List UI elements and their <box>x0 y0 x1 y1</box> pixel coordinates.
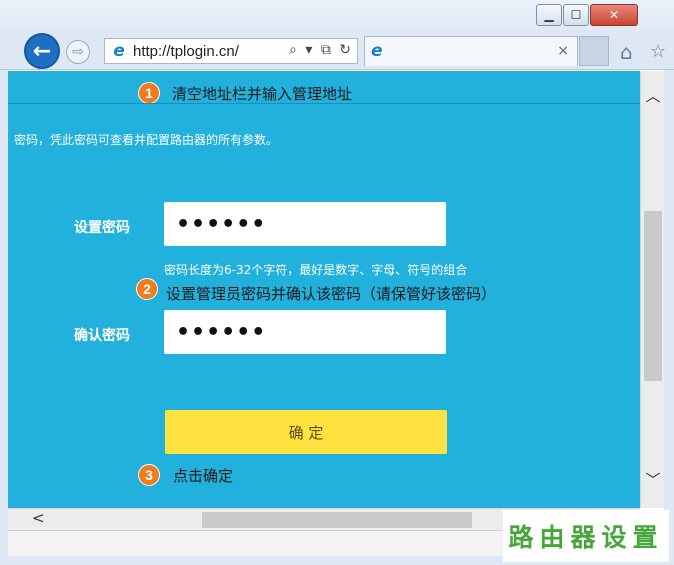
browser-tab[interactable]: e × <box>364 36 578 66</box>
page-content: 1 清空地址栏并输入管理地址 密码，凭此密码可查看并配置路由器的所有参数。 设置… <box>8 71 640 508</box>
scroll-left-icon[interactable]: < <box>32 509 45 527</box>
password-field[interactable] <box>164 202 446 246</box>
maximize-button[interactable]: ☐ <box>563 4 589 26</box>
password-hint: 密码长度为6-32个字符，最好是数字、字母、符号的组合 <box>164 263 468 277</box>
divider <box>8 103 640 104</box>
step-2-badge: 2 <box>136 278 158 300</box>
watermark: 路由器设置 <box>503 510 669 562</box>
vertical-scroll-thumb[interactable] <box>644 211 662 381</box>
password-label: 设置密码 <box>74 220 130 236</box>
forward-arrow-icon: ⇨ <box>72 44 84 60</box>
address-url[interactable]: http://tplogin.cn/ <box>133 43 239 60</box>
close-button[interactable]: ✕ <box>590 4 638 26</box>
favorites-star-icon[interactable]: ☆ <box>650 41 666 62</box>
horizontal-scroll-thumb[interactable] <box>202 512 472 528</box>
step-1-text: 清空地址栏并输入管理地址 <box>172 85 353 103</box>
step-2-text: 设置管理员密码并确认该密码（请保管好该密码） <box>166 285 497 303</box>
step-3-text: 点击确定 <box>173 467 234 485</box>
confirm-password-label: 确认密码 <box>74 328 130 344</box>
address-bar[interactable]: e http://tplogin.cn/ ⌕ ▾ ⧉ ↻ <box>104 38 358 64</box>
back-button[interactable]: ← <box>24 33 60 69</box>
navigation-bar: ← ⇨ e http://tplogin.cn/ ⌕ ▾ ⧉ ↻ e × ⌂ ☆ <box>0 30 674 70</box>
intro-text: 密码，凭此密码可查看并配置路由器的所有参数。 <box>14 133 279 147</box>
new-tab-button[interactable] <box>579 36 609 66</box>
tab-ie-icon: e <box>371 41 383 61</box>
back-arrow-icon: ← <box>32 38 52 64</box>
forward-button[interactable]: ⇨ <box>66 40 90 64</box>
step-1-badge: 1 <box>138 82 160 104</box>
scroll-up-icon[interactable]: ︿ <box>641 85 665 105</box>
minimize-button[interactable]: ▁ <box>536 4 562 26</box>
browser-window: ▁ ☐ ✕ ← ⇨ e http://tplogin.cn/ ⌕ ▾ ⧉ ↻ e… <box>0 0 674 565</box>
home-icon[interactable]: ⌂ <box>620 40 633 64</box>
step-3-badge: 3 <box>138 464 160 486</box>
confirm-password-field[interactable] <box>164 310 446 354</box>
window-border-left <box>0 70 8 560</box>
address-tools[interactable]: ⌕ ▾ ⧉ ↻ <box>289 42 353 58</box>
window-border-right <box>664 70 674 560</box>
confirm-button[interactable]: 确 定 <box>165 410 447 454</box>
tab-close-icon[interactable]: × <box>557 43 569 59</box>
scroll-down-icon[interactable]: ﹀ <box>641 469 665 489</box>
ie-icon: e <box>113 41 125 61</box>
watermark-text: 路由器设置 <box>508 523 664 552</box>
vertical-scrollbar[interactable]: ︿ ﹀ <box>640 71 664 508</box>
